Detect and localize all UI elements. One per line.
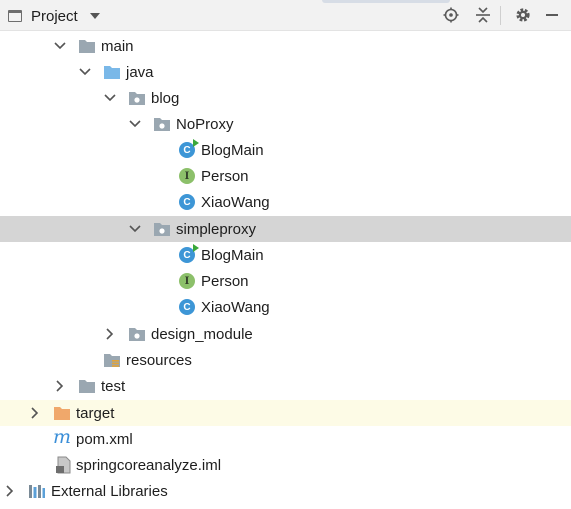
- tree-node-test[interactable]: test: [0, 373, 571, 399]
- package-icon: [129, 328, 145, 341]
- chevron-down-icon[interactable]: [54, 40, 66, 52]
- tree-label-person: Person: [201, 168, 249, 185]
- runnable-class-icon: C: [179, 139, 199, 158]
- tree-label-person: Person: [201, 273, 249, 290]
- tree-label-simpleproxy: simpleproxy: [176, 221, 257, 238]
- tree-node-noproxy-person[interactable]: I Person: [0, 163, 571, 189]
- tree-label-blogmain: BlogMain: [201, 142, 264, 159]
- tree-label-resources: resources: [126, 352, 192, 369]
- tree-node-simpleproxy[interactable]: simpleproxy: [0, 216, 571, 242]
- tree-node-java[interactable]: java: [0, 59, 571, 85]
- source-folder-icon: [104, 66, 120, 79]
- tree-node-resources[interactable]: resources: [0, 347, 571, 373]
- tree-node-noproxy[interactable]: NoProxy: [0, 111, 571, 137]
- chevron-right-icon[interactable]: [4, 485, 16, 497]
- settings-gear-icon[interactable]: [512, 4, 534, 26]
- chevron-right-icon[interactable]: [29, 407, 41, 419]
- class-icon: C: [179, 194, 195, 210]
- project-view-selector[interactable]: Project: [8, 6, 100, 26]
- collapse-all-icon[interactable]: [472, 4, 494, 26]
- maven-m-icon: m: [53, 426, 72, 448]
- class-icon: C: [179, 299, 195, 315]
- tree-node-iml[interactable]: springcoreanalyze.iml: [0, 452, 571, 478]
- tree-label-pom: pom.xml: [76, 431, 133, 448]
- project-toolbar: Project: [0, 0, 571, 31]
- interface-icon: I: [179, 168, 195, 184]
- tree-node-blog[interactable]: blog: [0, 85, 571, 111]
- tree-label-iml: springcoreanalyze.iml: [76, 457, 222, 474]
- tree-node-main[interactable]: main: [0, 33, 571, 59]
- tree-node-simpleproxy-xiaowang[interactable]: C XiaoWang: [0, 294, 571, 320]
- tree-node-pom-xml[interactable]: m pom.xml: [0, 426, 571, 452]
- chevron-down-icon[interactable]: [79, 66, 91, 78]
- project-title: Project: [31, 7, 78, 25]
- tree-label-target: target: [76, 405, 115, 422]
- locate-icon[interactable]: [440, 4, 462, 26]
- tree-node-design-module[interactable]: design_module: [0, 321, 571, 347]
- chevron-down-icon[interactable]: [104, 92, 116, 104]
- tree-label-xiaowang: XiaoWang: [201, 299, 270, 316]
- runnable-class-icon: C: [179, 244, 199, 263]
- tree-label-noproxy: NoProxy: [176, 116, 234, 133]
- tree-node-noproxy-xiaowang[interactable]: C XiaoWang: [0, 189, 571, 215]
- tree-label-main: main: [101, 38, 134, 55]
- tree-node-simpleproxy-blogmain[interactable]: C BlogMain: [0, 242, 571, 268]
- dropdown-caret-icon[interactable]: [89, 13, 100, 19]
- tree-label-xiaowang: XiaoWang: [201, 194, 270, 211]
- chevron-down-icon[interactable]: [129, 118, 141, 130]
- tree-node-target[interactable]: target: [0, 400, 571, 426]
- tree-node-external-libraries[interactable]: External Libraries: [0, 478, 571, 504]
- libraries-icon: [29, 485, 45, 498]
- hide-minus-icon[interactable]: [541, 4, 563, 26]
- folder-icon: [79, 40, 95, 53]
- interface-icon: I: [179, 273, 195, 289]
- tree-label-test: test: [101, 378, 126, 395]
- folder-icon: [79, 380, 95, 393]
- chevron-right-icon[interactable]: [104, 328, 116, 340]
- tree-label-design-module: design_module: [151, 326, 253, 343]
- window-icon: [8, 10, 22, 22]
- toolbar-separator: [500, 6, 501, 25]
- tree-node-noproxy-blogmain[interactable]: C BlogMain: [0, 137, 571, 163]
- tree-label-blogmain: BlogMain: [201, 247, 264, 264]
- tree-label-java: java: [126, 64, 154, 81]
- excluded-folder-icon: [54, 407, 70, 420]
- package-icon: [154, 118, 170, 131]
- tree-node-simpleproxy-person[interactable]: I Person: [0, 268, 571, 294]
- package-icon: [129, 92, 145, 105]
- tree-label-external-libraries: External Libraries: [51, 483, 168, 500]
- chevron-down-icon[interactable]: [129, 223, 141, 235]
- chevron-right-icon[interactable]: [54, 380, 66, 392]
- module-file-icon: [56, 456, 71, 474]
- resources-folder-icon: [104, 354, 120, 367]
- tree-label-blog: blog: [151, 90, 180, 107]
- package-icon: [154, 223, 170, 236]
- toolbar-hint-strip: [322, 0, 450, 3]
